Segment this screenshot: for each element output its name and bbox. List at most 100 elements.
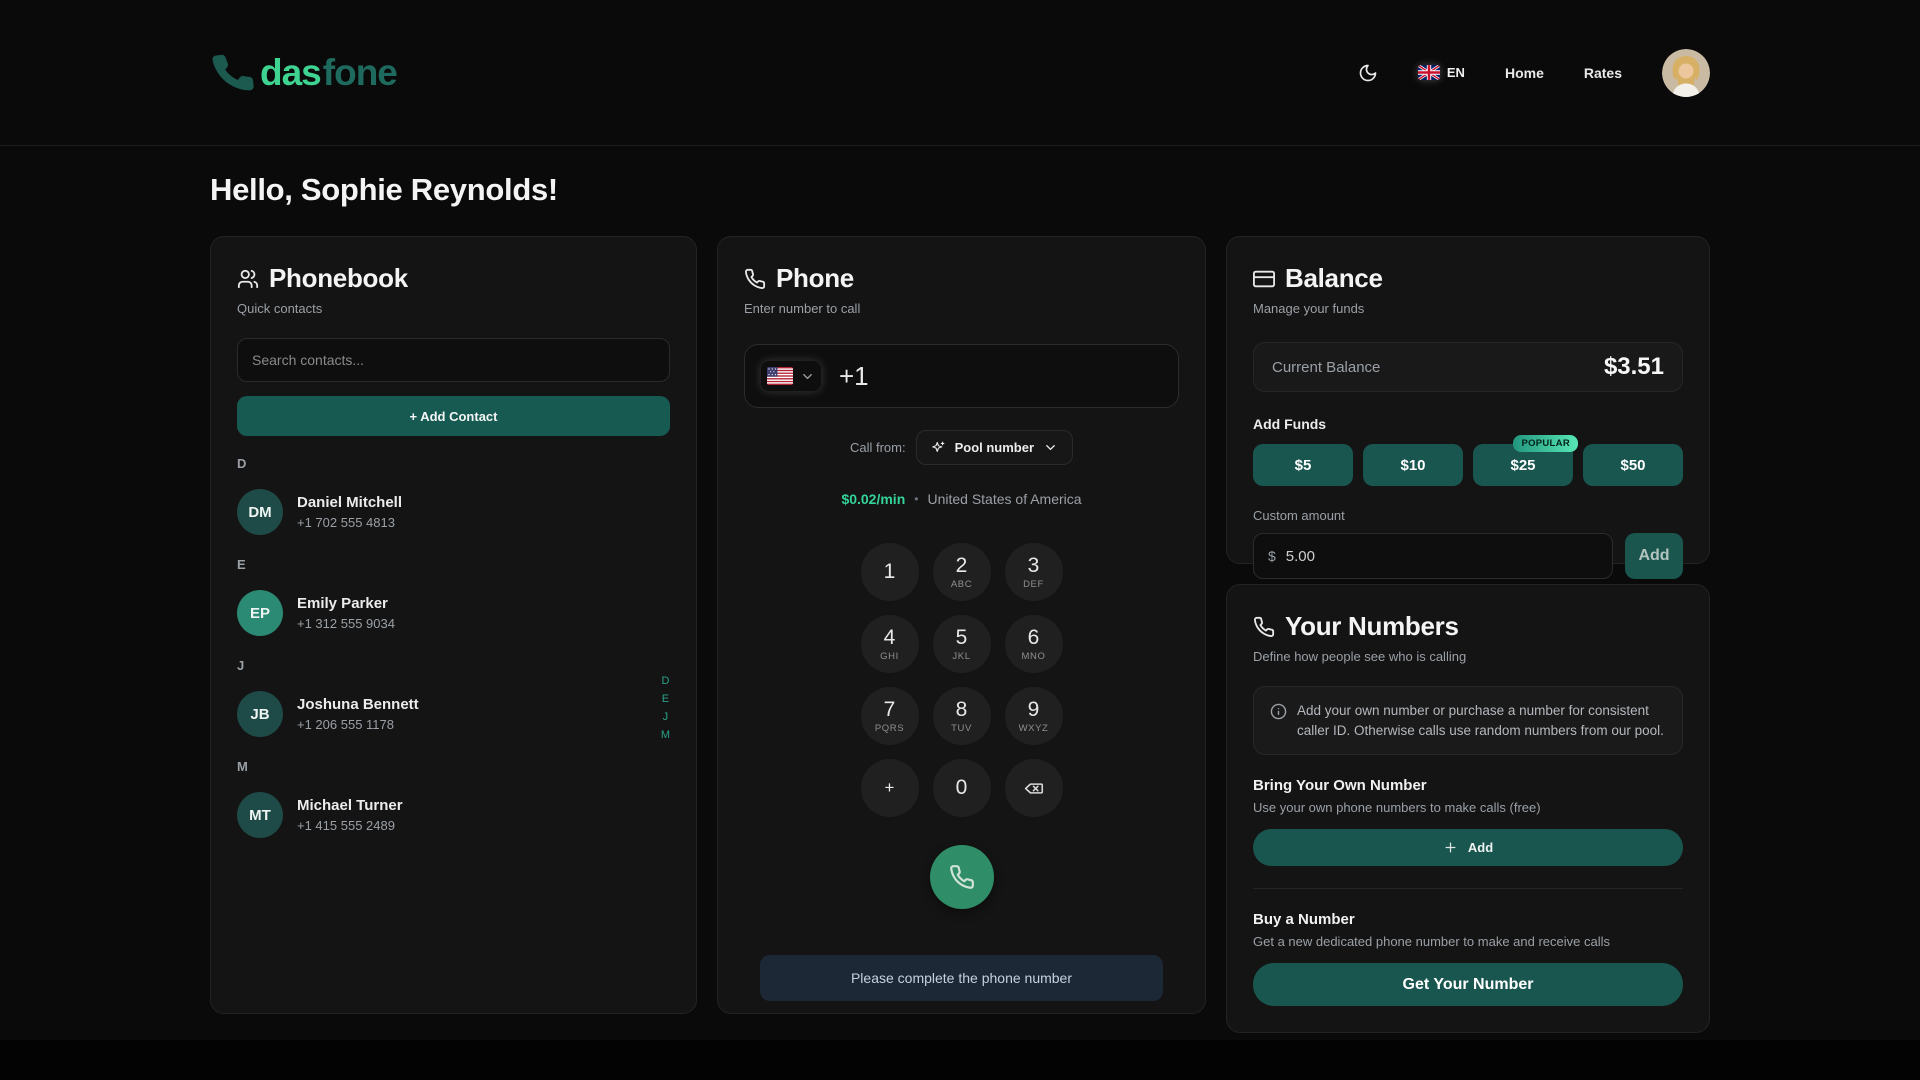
rate-info: $0.02/min • United States of America [744, 491, 1179, 507]
byon-title: Bring Your Own Number [1253, 777, 1683, 794]
rate-country: United States of America [927, 491, 1081, 507]
phone-icon [1253, 616, 1275, 638]
language-selector[interactable]: EN [1418, 65, 1465, 80]
alphabet-index-letter[interactable]: E [662, 693, 669, 705]
dialpad-key-9[interactable]: 9WXYZ [1005, 687, 1063, 745]
contact-avatar: DM [237, 489, 283, 535]
logo-text-das: das [260, 52, 321, 94]
contact-name: Joshuna Bennett [297, 696, 419, 713]
logo[interactable]: das fone [210, 50, 397, 96]
contact-row[interactable]: MT Michael Turner +1 415 555 2489 [237, 790, 670, 840]
incomplete-number-banner: Please complete the phone number [760, 955, 1163, 1001]
contact-phone: +1 312 555 9034 [297, 616, 395, 631]
contact-group: D DM Daniel Mitchell +1 702 555 4813 [237, 456, 670, 537]
alphabet-index-letter[interactable]: D [661, 675, 669, 687]
custom-amount-input[interactable] [1286, 548, 1598, 565]
header: das fone EN Home Rates [0, 0, 1920, 146]
users-icon [237, 268, 259, 290]
avatar-photo [1662, 49, 1710, 97]
current-balance-box: Current Balance $3.51 [1253, 342, 1683, 392]
add-contact-button[interactable]: + Add Contact [237, 396, 670, 436]
dialpad-key-2[interactable]: 2ABC [933, 543, 991, 601]
get-your-number-button[interactable]: Get Your Number [1253, 963, 1683, 1006]
currency-symbol: $ [1268, 548, 1276, 564]
chevron-down-icon [1043, 440, 1058, 455]
phone-title: Phone [776, 263, 854, 294]
country-selector[interactable] [761, 361, 821, 391]
dialpad-key-0[interactable]: 0 [933, 759, 991, 817]
contact-group-letter: E [237, 557, 670, 572]
buy-number-subtitle: Get a new dedicated phone number to make… [1253, 934, 1683, 949]
search-contacts-input[interactable] [237, 338, 670, 382]
contact-phone: +1 415 555 2489 [297, 818, 403, 833]
dialpad-key-3[interactable]: 3DEF [1005, 543, 1063, 601]
byon-add-button[interactable]: Add [1253, 829, 1683, 866]
amount-button-5[interactable]: $5 [1253, 444, 1353, 486]
rate-separator: • [914, 492, 918, 506]
dialpad: 1 2ABC 3DEF 4GHI 5JKL 6MNO 7PQRS 8TUV 9W… [861, 543, 1063, 817]
phone-icon [949, 864, 975, 890]
contact-name: Daniel Mitchell [297, 494, 402, 511]
contact-row[interactable]: EP Emily Parker +1 312 555 9034 [237, 588, 670, 638]
phonebook-title: Phonebook [269, 263, 408, 294]
footer [0, 1040, 1920, 1080]
call-button[interactable] [930, 845, 994, 909]
current-balance-value: $3.51 [1604, 353, 1664, 381]
popular-badge: POPULAR [1513, 435, 1578, 452]
moon-icon [1358, 63, 1378, 83]
theme-toggle-button[interactable] [1358, 63, 1378, 83]
contact-list: D DM Daniel Mitchell +1 702 555 4813 E E… [237, 456, 670, 840]
amount-button-25[interactable]: $25 POPULAR [1473, 444, 1573, 486]
contact-avatar: JB [237, 691, 283, 737]
your-numbers-subtitle: Define how people see who is calling [1253, 649, 1683, 664]
dialpad-key-6[interactable]: 6MNO [1005, 615, 1063, 673]
contact-row[interactable]: DM Daniel Mitchell +1 702 555 4813 [237, 487, 670, 537]
byon-subtitle: Use your own phone numbers to make calls… [1253, 800, 1683, 815]
balance-panel: Balance Manage your funds Current Balanc… [1226, 236, 1710, 564]
contact-group: E EP Emily Parker +1 312 555 9034 [237, 557, 670, 638]
contact-group-letter: J [237, 658, 670, 673]
avatar[interactable] [1662, 49, 1710, 97]
contact-phone: +1 702 555 4813 [297, 515, 402, 530]
backspace-icon [1023, 778, 1044, 799]
dialpad-key-1[interactable]: 1 [861, 543, 919, 601]
add-funds-label: Add Funds [1253, 416, 1683, 432]
call-from-select[interactable]: Pool number [916, 430, 1073, 465]
caller-id-info-box: Add your own number or purchase a number… [1253, 686, 1683, 755]
dialpad-key-7[interactable]: 7PQRS [861, 687, 919, 745]
credit-card-icon [1253, 268, 1275, 290]
current-balance-label: Current Balance [1272, 359, 1380, 376]
amount-button-10[interactable]: $10 [1363, 444, 1463, 486]
dialpad-key-backspace[interactable] [1005, 759, 1063, 817]
amount-buttons: $5 $10 $25 POPULAR $50 [1253, 444, 1683, 486]
dialpad-key-5[interactable]: 5JKL [933, 615, 991, 673]
alphabet-index-letter[interactable]: J [663, 711, 669, 723]
nav-link-rates[interactable]: Rates [1584, 65, 1622, 81]
alphabet-index-letter[interactable]: M [661, 729, 670, 741]
language-label: EN [1447, 65, 1465, 80]
dialpad-key-8[interactable]: 8TUV [933, 687, 991, 745]
nav-link-home[interactable]: Home [1505, 65, 1544, 81]
rate-price: $0.02/min [841, 491, 905, 507]
contact-row[interactable]: JB Joshuna Bennett +1 206 555 1178 [237, 689, 670, 739]
uk-flag-icon [1418, 65, 1440, 80]
contact-initials: MT [249, 807, 271, 824]
page-title: Hello, Sophie Reynolds! [210, 172, 1710, 208]
contact-initials: DM [248, 504, 271, 521]
contact-name: Michael Turner [297, 797, 403, 814]
main-nav: EN Home Rates [1358, 49, 1710, 97]
contact-group: J JB Joshuna Bennett +1 206 555 1178 [237, 658, 670, 739]
add-funds-button[interactable]: Add [1625, 533, 1683, 579]
dialpad-key-4[interactable]: 4GHI [861, 615, 919, 673]
contact-name: Emily Parker [297, 595, 395, 612]
contact-avatar: MT [237, 792, 283, 838]
contact-group-letter: D [237, 456, 670, 471]
logo-phone-icon [208, 47, 259, 98]
contact-initials: JB [250, 706, 269, 723]
amount-button-50[interactable]: $50 [1583, 444, 1683, 486]
divider [1253, 888, 1683, 889]
call-from-value: Pool number [955, 440, 1034, 455]
chevron-down-icon [800, 369, 815, 384]
phone-number-input[interactable] [839, 361, 1174, 392]
dialpad-key-plus[interactable]: + [861, 759, 919, 817]
